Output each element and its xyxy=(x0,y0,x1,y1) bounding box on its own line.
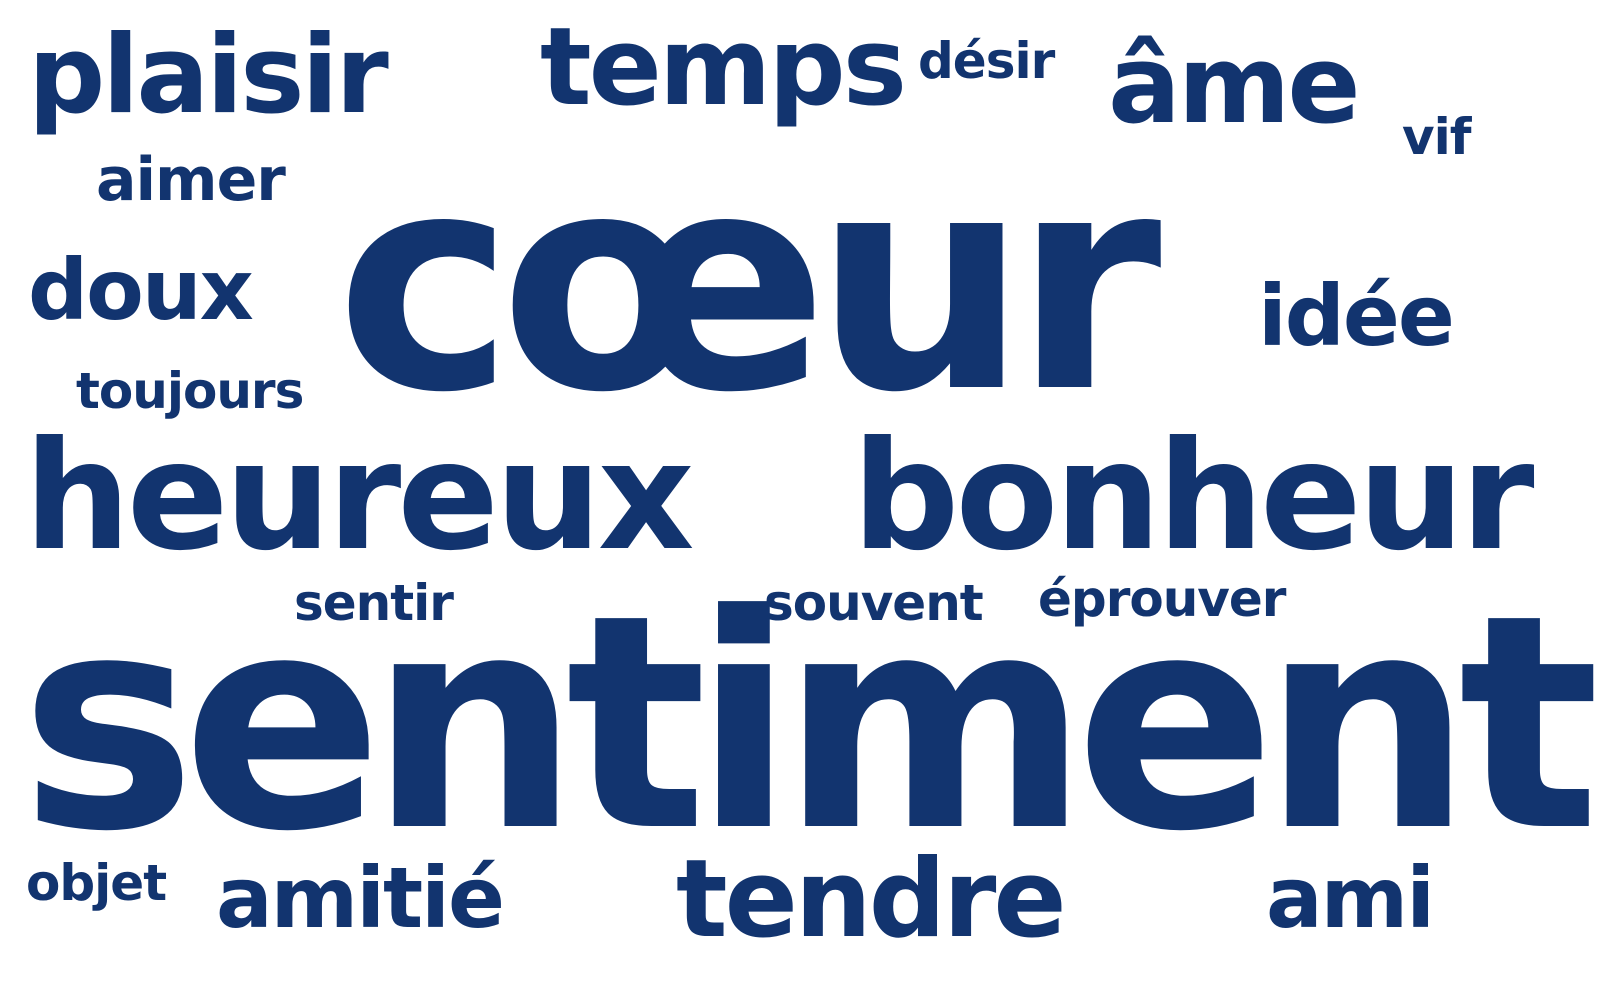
word-objet: objet xyxy=(26,854,167,912)
word-sentiment: sentiment xyxy=(20,551,1600,896)
word-toujours: toujours xyxy=(76,362,304,420)
word-amitie: amitié xyxy=(216,849,505,947)
word-doux: doux xyxy=(28,241,254,339)
word-vif: vif xyxy=(1402,108,1471,166)
word-temps: temps xyxy=(540,5,907,130)
word-desir: désir xyxy=(918,32,1055,90)
word-plaisir: plaisir xyxy=(28,13,389,138)
word-heureux: heureux xyxy=(24,410,695,584)
word-coeur: cœur xyxy=(336,109,1162,458)
word-cloud: plaisir temps désir âme vif aimer cœur d… xyxy=(0,0,1600,1000)
word-bonheur: bonheur xyxy=(852,410,1534,584)
word-ami: ami xyxy=(1266,849,1435,947)
word-aimer: aimer xyxy=(96,145,286,215)
word-tendre: tendre xyxy=(676,837,1067,962)
word-idee: idée xyxy=(1258,267,1455,365)
